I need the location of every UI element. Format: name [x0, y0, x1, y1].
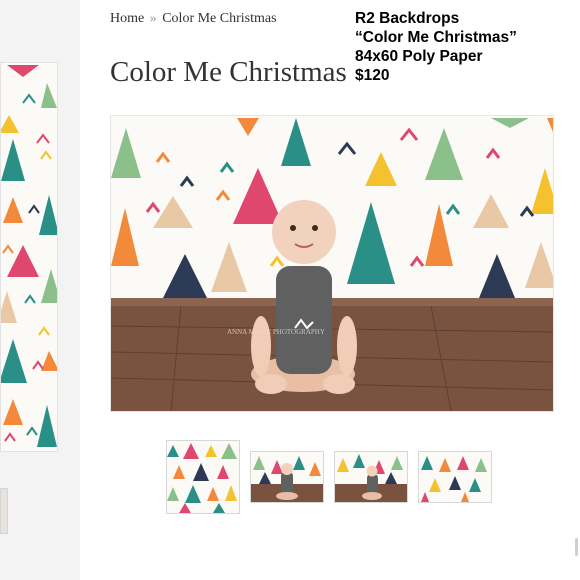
thumbnail-backdrop-only[interactable] [166, 440, 240, 514]
product-info-overlay: R2 Backdrops “Color Me Christmas” 84x60 … [355, 9, 517, 85]
thumbnail-baby-center[interactable] [250, 451, 324, 503]
tree-pattern [1, 65, 57, 447]
main-product-image[interactable]: ANNA MARIE PHOTOGRAPHY [110, 115, 554, 412]
price-label: $120 [355, 67, 390, 84]
breadcrumb-current: Color Me Christmas [162, 11, 277, 26]
product-photo: ANNA MARIE PHOTOGRAPHY [111, 116, 553, 411]
scrollbar-thumb[interactable] [575, 538, 578, 556]
backdrop-pattern-panel[interactable] [0, 62, 58, 452]
thumbnail-image [251, 452, 323, 502]
size-material-label: 84x60 Poly Paper [355, 48, 483, 65]
breadcrumb-home-link[interactable]: Home [110, 11, 144, 26]
breadcrumb-separator: » [149, 11, 157, 26]
breadcrumb: Home » Color Me Christmas [110, 11, 277, 27]
left-gallery-strip [0, 0, 80, 580]
product-name-label: “Color Me Christmas” [355, 29, 517, 46]
page-title: Color Me Christmas [110, 56, 347, 88]
thumbnail-backdrop-wide[interactable] [418, 451, 492, 503]
photo-watermark: ANNA MARIE PHOTOGRAPHY [227, 328, 325, 336]
thumbnail-image [335, 452, 407, 502]
thumbnail-image [419, 452, 491, 502]
brand-label: R2 Backdrops [355, 10, 460, 27]
strip-thumbnail-edge[interactable] [0, 488, 8, 534]
thumbnail-image [167, 441, 239, 513]
thumbnail-baby-right[interactable] [334, 451, 408, 503]
